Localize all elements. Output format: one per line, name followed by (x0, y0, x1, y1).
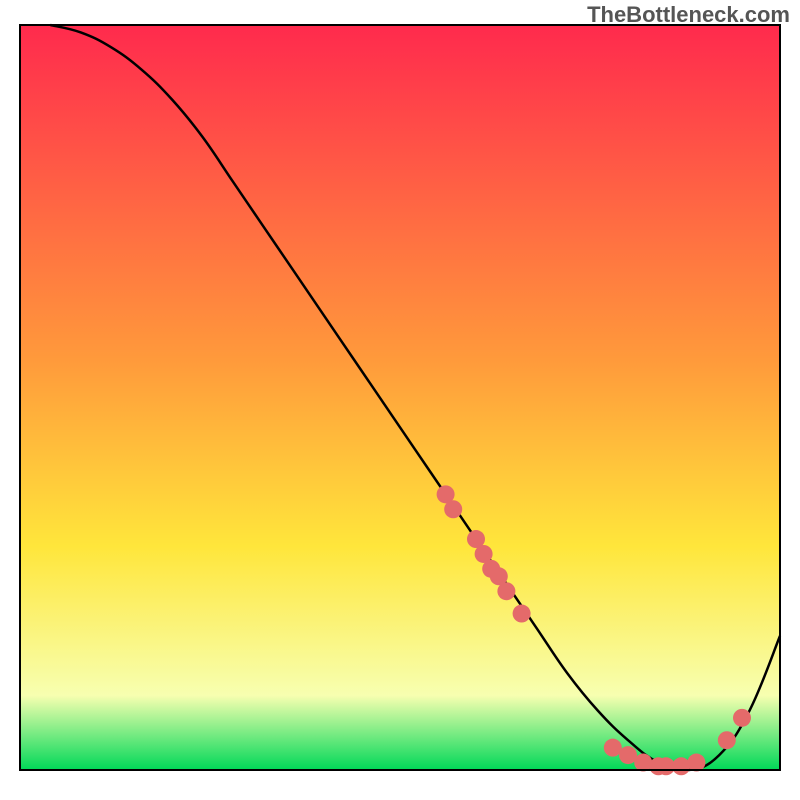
plot-background (20, 25, 780, 770)
chart-container: TheBottleneck.com (0, 0, 800, 800)
data-dot (497, 582, 515, 600)
watermark-text: TheBottleneck.com (587, 2, 790, 28)
bottleneck-chart (0, 0, 800, 800)
data-dot (513, 605, 531, 623)
data-dot (444, 500, 462, 518)
data-dot (687, 754, 705, 772)
data-dot (634, 754, 652, 772)
data-dot (672, 757, 690, 775)
data-dot (733, 709, 751, 727)
data-dot (718, 731, 736, 749)
